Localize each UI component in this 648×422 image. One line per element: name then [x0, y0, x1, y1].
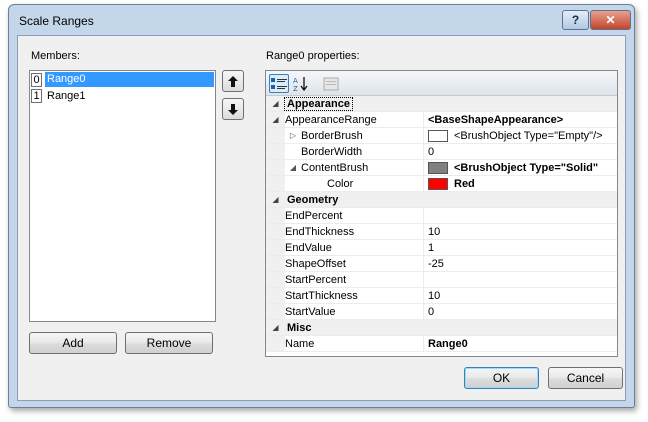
scale-ranges-dialog: Scale Ranges ? ✕ Members: 0 Range0 1 Ran…	[8, 4, 635, 408]
color-swatch	[428, 161, 448, 174]
property-name: ShapeOffset	[285, 256, 424, 271]
property-value: <BrushObject Type="Solid"	[454, 161, 599, 174]
property-name: StartValue	[285, 304, 424, 319]
category-label: Geometry	[287, 193, 339, 206]
member-name: Range1	[47, 89, 86, 102]
property-name: EndPercent	[285, 208, 424, 223]
member-name: Range0	[45, 72, 214, 87]
dialog-client-area: Members: 0 Range0 1 Range1 Add Remove Ra…	[17, 35, 626, 401]
property-name: AppearanceRange	[285, 112, 424, 127]
ok-button[interactable]: OK	[464, 367, 539, 389]
collapse-icon[interactable]: ◢	[266, 192, 285, 207]
property-row-start-thickness[interactable]: StartThickness 10	[266, 288, 617, 304]
property-name: Name	[285, 336, 424, 351]
property-value[interactable]: 10	[424, 224, 617, 239]
categorized-button[interactable]	[269, 74, 289, 93]
category-label: Appearance	[284, 96, 353, 111]
category-label: Misc	[287, 321, 312, 334]
collapse-icon[interactable]: ◢	[266, 112, 285, 127]
property-value: <BrushObject Type="Empty"/>	[454, 129, 603, 142]
property-name: BorderWidth	[301, 145, 363, 158]
svg-text:Z: Z	[293, 85, 298, 92]
alphabetical-button[interactable]: A Z	[291, 74, 311, 93]
property-name: ContentBrush	[301, 161, 369, 174]
cancel-button[interactable]: Cancel	[548, 367, 623, 389]
svg-text:A: A	[293, 77, 298, 85]
sort-alphabetical-icon: A Z	[293, 76, 308, 92]
property-value: Red	[454, 177, 475, 190]
collapse-icon[interactable]: ◢	[266, 320, 285, 335]
color-swatch	[428, 177, 448, 190]
property-value[interactable]: <BaseShapeAppearance>	[424, 112, 617, 127]
members-label: Members:	[31, 50, 80, 62]
category-geometry[interactable]: ◢ Geometry	[266, 192, 617, 208]
move-down-button[interactable]	[222, 98, 244, 120]
collapse-icon[interactable]: ◢	[266, 96, 285, 111]
property-pages-button[interactable]	[321, 74, 341, 93]
property-row-start-percent[interactable]: StartPercent	[266, 272, 617, 288]
property-value[interactable]	[424, 272, 617, 287]
properties-label: Range0 properties:	[266, 50, 360, 62]
categorized-icon	[271, 77, 287, 89]
help-button[interactable]: ?	[562, 10, 589, 30]
list-item[interactable]: 1 Range1	[31, 88, 214, 103]
property-row-border-width[interactable]: BorderWidth 0	[266, 144, 617, 160]
property-name: StartThickness	[285, 288, 424, 303]
property-value[interactable]: 1	[424, 240, 617, 255]
property-row-end-percent[interactable]: EndPercent	[266, 208, 617, 224]
property-name: BorderBrush	[301, 129, 363, 142]
property-value[interactable]	[424, 208, 617, 223]
property-row-name[interactable]: Name Range0	[266, 336, 617, 352]
member-index: 1	[31, 88, 42, 103]
member-index: 0	[31, 72, 42, 87]
property-value[interactable]: -25	[424, 256, 617, 271]
property-row-appearance-range[interactable]: ◢ AppearanceRange <BaseShapeAppearance>	[266, 112, 617, 128]
category-appearance[interactable]: ◢ Appearance	[266, 96, 617, 112]
color-swatch	[428, 129, 448, 142]
add-button[interactable]: Add	[29, 332, 117, 354]
property-name: Color	[327, 177, 354, 190]
close-button[interactable]: ✕	[590, 10, 631, 30]
expand-icon[interactable]: ▷	[285, 131, 301, 140]
category-misc[interactable]: ◢ Misc	[266, 320, 617, 336]
property-row-end-value[interactable]: EndValue 1	[266, 240, 617, 256]
property-name: StartPercent	[285, 272, 424, 287]
window-title: Scale Ranges	[19, 14, 94, 28]
property-grid[interactable]: A Z ◢ Appearance ◢ AppearanceRange <Base…	[265, 70, 618, 357]
property-row-color[interactable]: Color Red	[266, 176, 617, 192]
title-bar[interactable]: Scale Ranges ? ✕	[9, 5, 634, 35]
property-value[interactable]: Range0	[424, 336, 617, 351]
property-row-border-brush[interactable]: ▷ BorderBrush <BrushObject Type="Empty"/…	[266, 128, 617, 144]
property-grid-body: ◢ Appearance ◢ AppearanceRange <BaseShap…	[266, 96, 617, 356]
property-value[interactable]: 0	[424, 144, 617, 159]
members-list[interactable]: 0 Range0 1 Range1	[29, 70, 216, 322]
collapse-icon[interactable]: ◢	[285, 163, 301, 172]
move-up-button[interactable]	[222, 70, 244, 92]
arrow-down-icon	[228, 103, 238, 115]
property-row-content-brush[interactable]: ◢ ContentBrush <BrushObject Type="Solid"	[266, 160, 617, 176]
property-grid-toolbar: A Z	[266, 71, 617, 96]
property-row-shape-offset[interactable]: ShapeOffset -25	[266, 256, 617, 272]
arrow-up-icon	[228, 75, 238, 87]
list-item[interactable]: 0 Range0	[31, 72, 214, 87]
property-row-start-value[interactable]: StartValue 0	[266, 304, 617, 320]
property-pages-icon	[323, 77, 339, 90]
property-value[interactable]: 10	[424, 288, 617, 303]
property-row-end-thickness[interactable]: EndThickness 10	[266, 224, 617, 240]
property-name: EndValue	[285, 240, 424, 255]
property-value[interactable]: 0	[424, 304, 617, 319]
property-name: EndThickness	[285, 224, 424, 239]
remove-button[interactable]: Remove	[125, 332, 213, 354]
